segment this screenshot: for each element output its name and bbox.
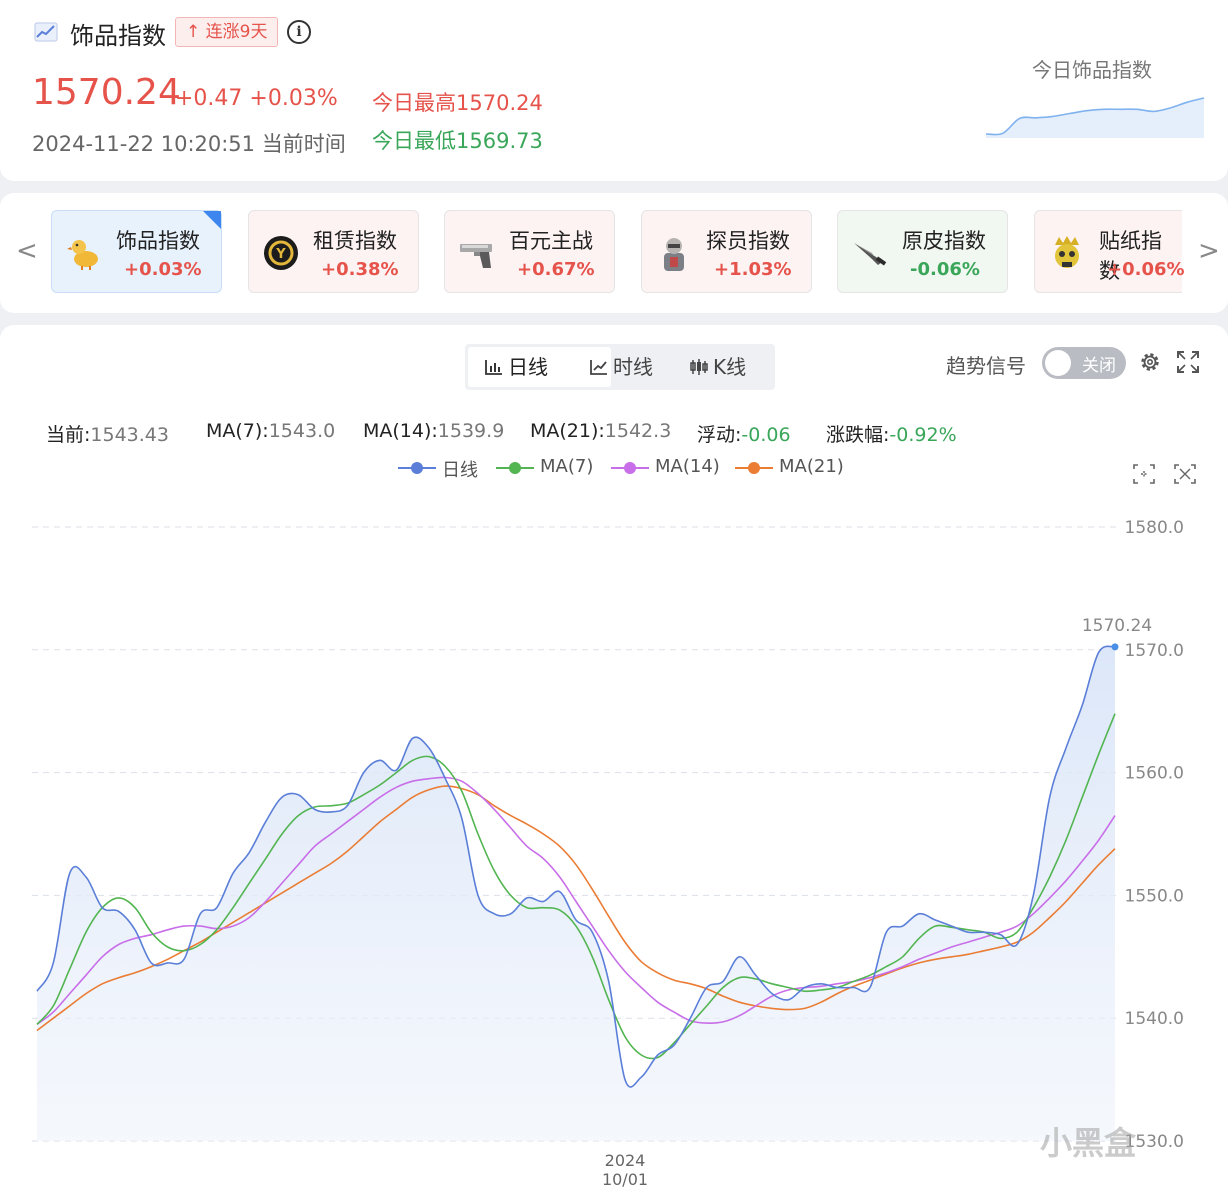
legend-marker bbox=[398, 462, 436, 474]
stat-key: MA(14): bbox=[363, 420, 438, 442]
duck-icon bbox=[67, 240, 98, 270]
stat-float: 浮动:-0.06 bbox=[697, 420, 791, 447]
tab-change: +1.03% bbox=[714, 259, 792, 280]
tab-change: -0.06% bbox=[910, 259, 980, 280]
stat-value: -0.92% bbox=[889, 424, 957, 446]
toggle-knob bbox=[1045, 350, 1071, 376]
knife-icon bbox=[854, 243, 887, 266]
tab-change: +0.06% bbox=[1107, 259, 1185, 280]
pistol-icon bbox=[460, 244, 492, 268]
tab-index-agent[interactable]: 探员指数 +1.03% bbox=[641, 210, 812, 293]
trend-signal-label: 趋势信号 bbox=[946, 354, 1026, 378]
tab-index-lease[interactable]: Y 租赁指数 +0.38% bbox=[248, 210, 419, 293]
line-chart-icon bbox=[590, 360, 607, 375]
active-corner-marker bbox=[203, 211, 221, 229]
mini-chart-label: 今日饰品指数 bbox=[1032, 58, 1152, 82]
legend-label: 日线 bbox=[442, 460, 478, 481]
tab-name: 饰品指数 bbox=[116, 229, 200, 253]
stat-change-pct: 涨跌幅:-0.92% bbox=[826, 420, 957, 447]
candlestick-icon bbox=[690, 359, 708, 375]
stat-ma14: MA(14):1539.9 bbox=[363, 420, 504, 442]
stat-ma21: MA(21):1542.3 bbox=[530, 420, 671, 442]
stat-ma7: MA(7):1543.0 bbox=[206, 420, 335, 442]
tab-name: 原皮指数 bbox=[902, 229, 986, 253]
legend-marker bbox=[611, 462, 649, 474]
toggle-text: 关闭 bbox=[1082, 356, 1116, 376]
lease-coin-icon: Y bbox=[264, 236, 298, 270]
gear-icon[interactable] bbox=[1138, 350, 1162, 374]
watermark: 小黑盒 bbox=[1040, 1124, 1137, 1162]
today-low: 今日最低1569.73 bbox=[372, 129, 543, 153]
tab-change: +0.38% bbox=[321, 259, 399, 280]
streak-badge: ↑ 连涨9天 bbox=[175, 17, 279, 47]
tab-index-vanilla[interactable]: 原皮指数 -0.06% bbox=[837, 210, 1008, 293]
tab-label: 时线 bbox=[613, 355, 653, 379]
page-title: 饰品指数 bbox=[70, 22, 166, 50]
legend-marker bbox=[735, 462, 773, 474]
fullscreen-icon[interactable] bbox=[1176, 350, 1200, 374]
legend-label: MA(14) bbox=[655, 456, 720, 477]
tab-index-sticker[interactable]: 贴纸指数 +0.06% bbox=[1034, 210, 1185, 293]
stat-value: 1543.43 bbox=[90, 424, 169, 446]
stat-key: 当前: bbox=[46, 424, 91, 446]
stat-key: 浮动: bbox=[697, 424, 742, 446]
today-high: 今日最高1570.24 bbox=[372, 91, 543, 115]
period-selector: 日线 时线 K线 bbox=[465, 344, 775, 390]
tab-index-skins[interactable]: 饰品指数 +0.03% bbox=[51, 210, 222, 293]
stat-value: 1539.9 bbox=[437, 420, 505, 442]
index-summary-card: 饰品指数 ↑ 连涨9天 i 1570.24 +0.47 +0.03% 2024-… bbox=[0, 0, 1228, 181]
sticker-skull-icon bbox=[1055, 236, 1079, 268]
tab-change: +0.67% bbox=[517, 259, 595, 280]
agent-icon bbox=[664, 238, 684, 271]
stat-current: 当前:1543.43 bbox=[46, 420, 169, 447]
mini-intraday-chart bbox=[985, 97, 1205, 138]
price-change: +0.47 +0.03% bbox=[175, 86, 338, 111]
next-arrow-icon[interactable]: > bbox=[1198, 236, 1220, 266]
stat-value: -0.06 bbox=[741, 424, 791, 446]
tab-name: 租赁指数 bbox=[313, 229, 397, 253]
mini-area bbox=[986, 98, 1204, 138]
chart-line-icon bbox=[34, 22, 58, 42]
tab-label: K线 bbox=[713, 355, 747, 379]
tab-index-pistol[interactable]: 百元主战 +0.67% bbox=[444, 210, 615, 293]
tab-name: 探员指数 bbox=[706, 229, 790, 253]
tab-name: 百元主战 bbox=[509, 229, 593, 253]
tab-kline[interactable]: K线 bbox=[673, 347, 811, 387]
stat-key: 涨跌幅: bbox=[826, 424, 890, 446]
bar-chart-icon bbox=[485, 360, 502, 375]
trend-signal-toggle[interactable]: 关闭 bbox=[1042, 347, 1126, 379]
current-price: 1570.24 bbox=[32, 72, 181, 113]
stat-key: MA(21): bbox=[530, 420, 605, 442]
stat-value: 1543.0 bbox=[268, 420, 336, 442]
legend-label: MA(21) bbox=[779, 456, 844, 477]
stat-key: MA(7): bbox=[206, 420, 269, 442]
svg-text:Y: Y bbox=[275, 247, 286, 262]
chart-card bbox=[0, 325, 1228, 1197]
tab-label: 日线 bbox=[508, 355, 548, 379]
tab-change: +0.03% bbox=[124, 259, 202, 280]
stat-value: 1542.3 bbox=[604, 420, 672, 442]
legend-label: MA(7) bbox=[540, 456, 594, 477]
zoom-reset-icon[interactable] bbox=[1173, 463, 1197, 485]
info-circle-icon[interactable]: i bbox=[287, 20, 311, 44]
timestamp: 2024-11-22 10:20:51 当前时间 bbox=[32, 132, 346, 156]
prev-arrow-icon[interactable]: < bbox=[16, 236, 38, 266]
legend-marker bbox=[496, 462, 534, 474]
zoom-area-icon[interactable] bbox=[1132, 463, 1156, 485]
